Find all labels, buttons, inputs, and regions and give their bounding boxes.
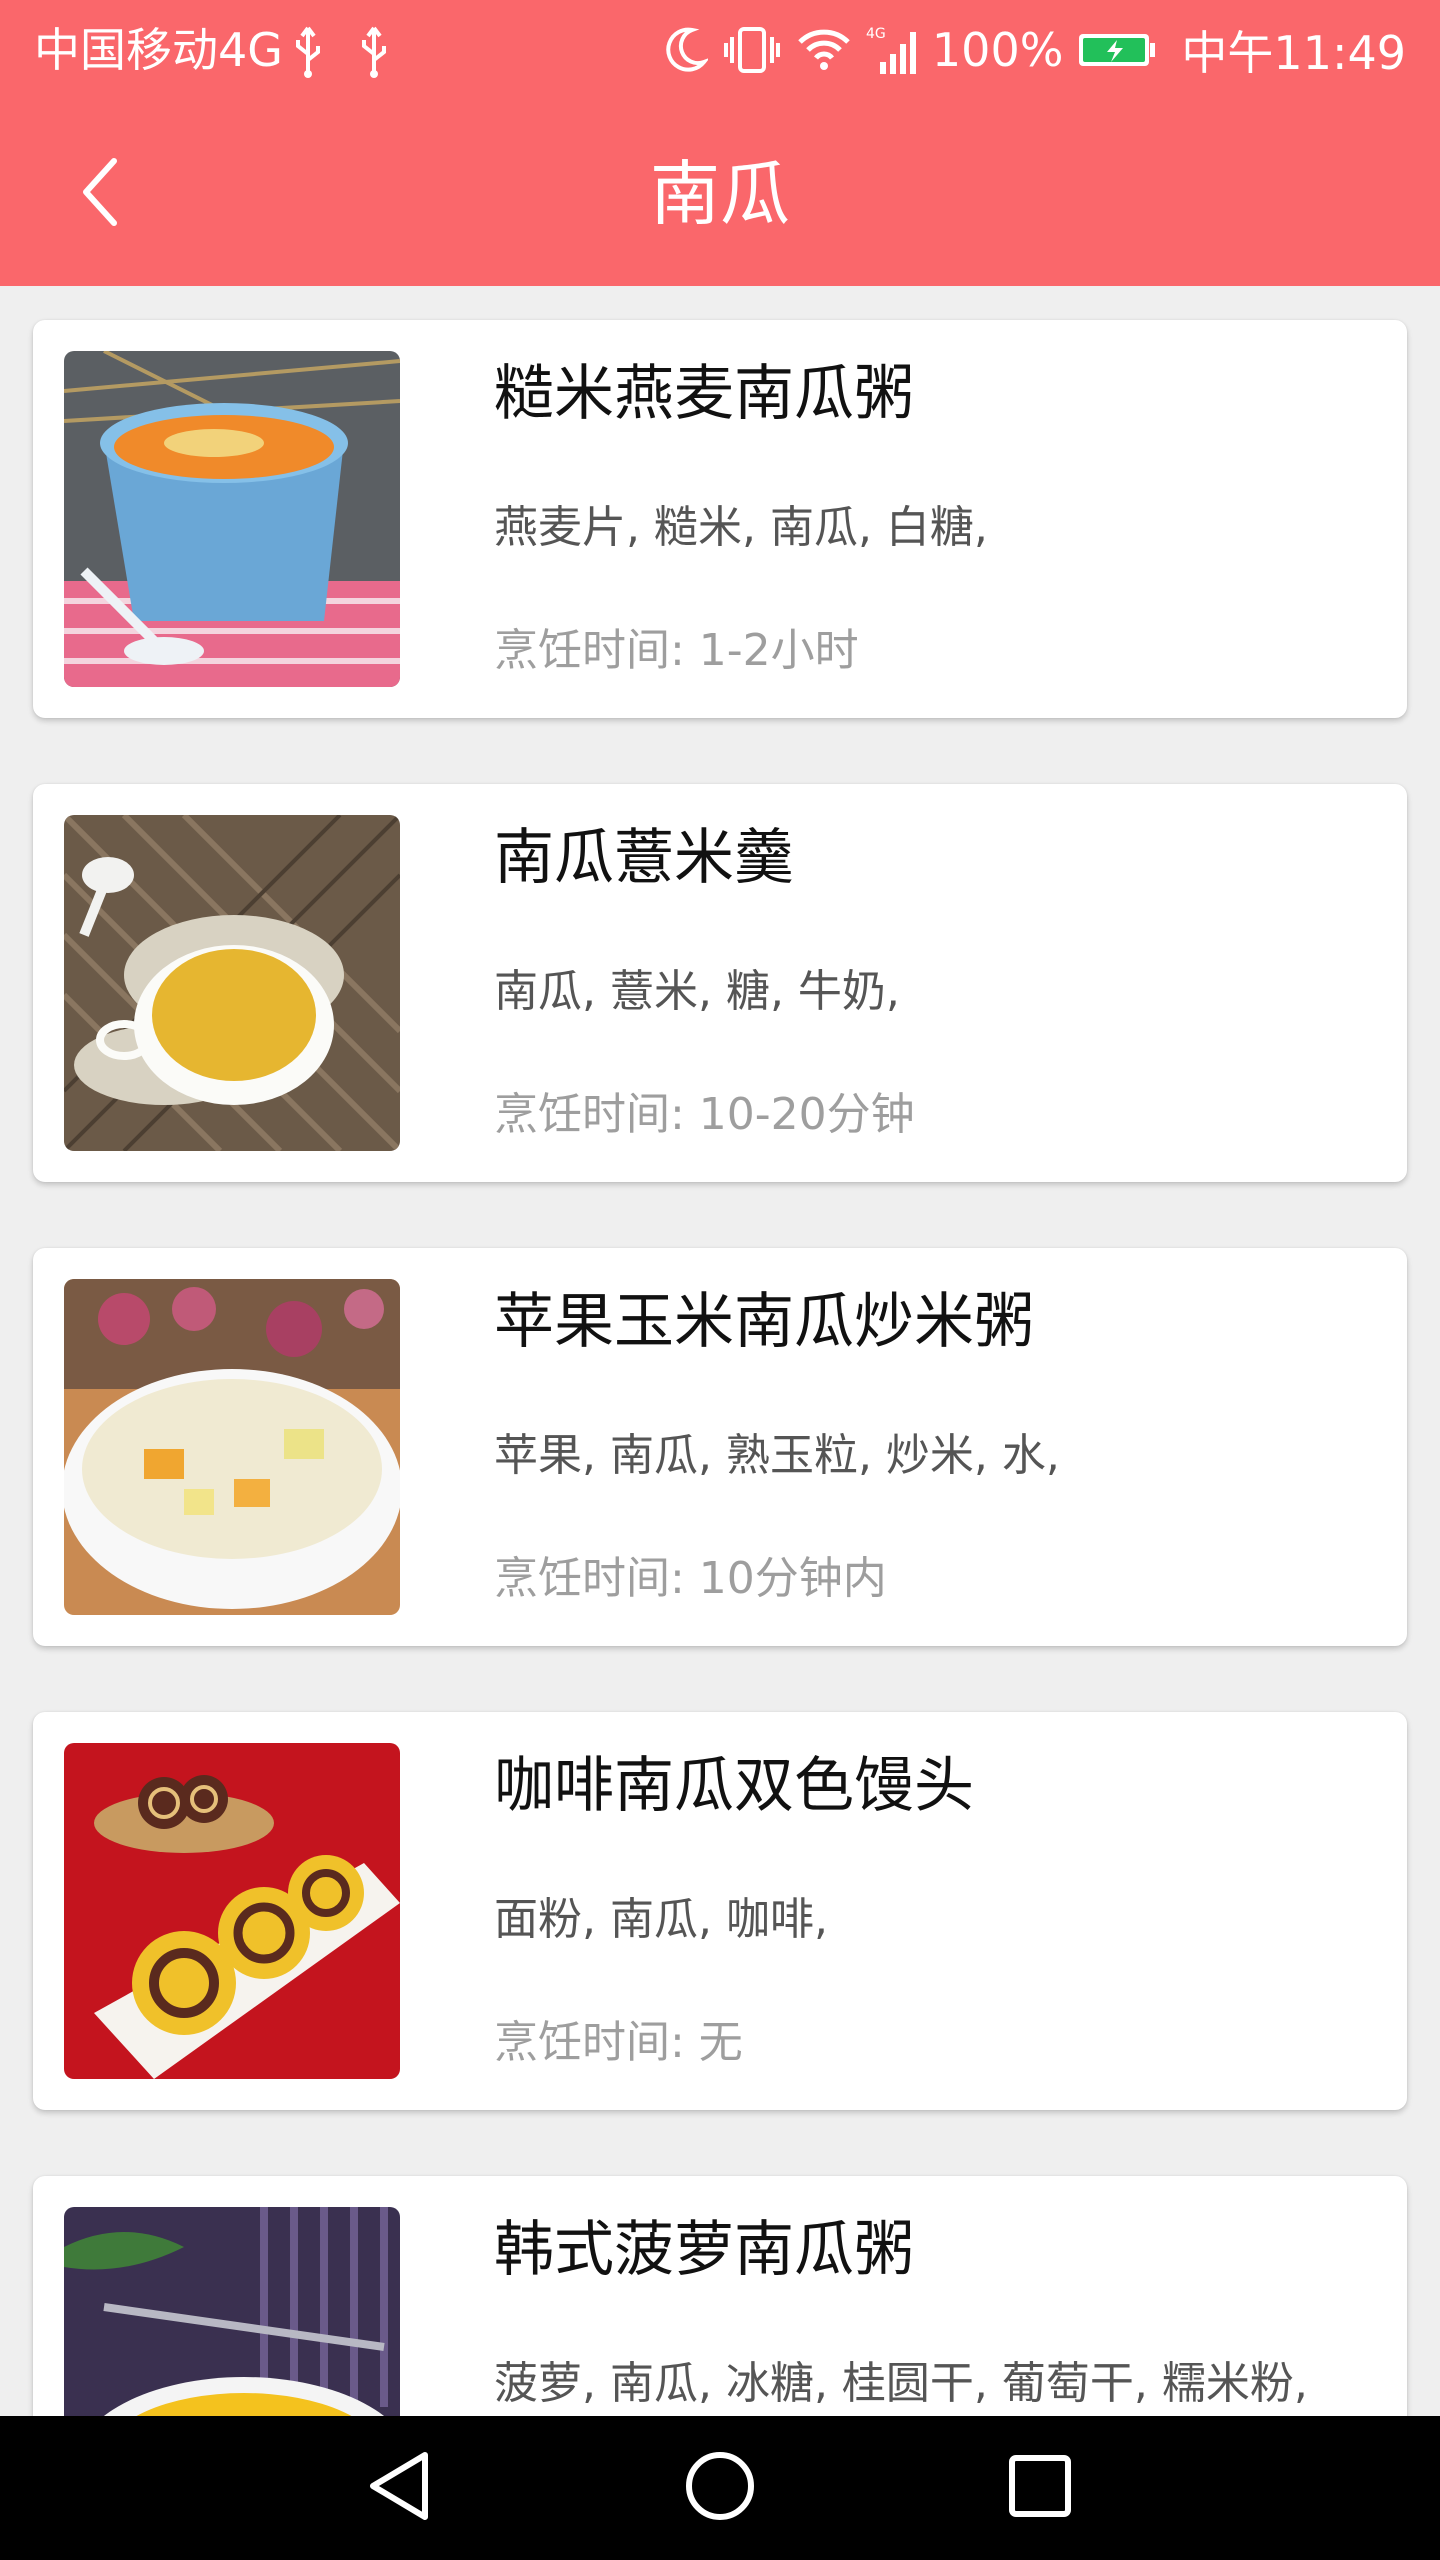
signal-icon: 4G <box>866 24 922 76</box>
recipe-cook-time: 烹饪时间: 无 <box>494 2017 743 2068</box>
recipe-title: 韩式菠萝南瓜粥 <box>494 2215 914 2285</box>
recipe-card[interactable]: 苹果玉米南瓜炒米粥 苹果, 南瓜, 熟玉粒, 炒米, 水, 烹饪时间: 10分钟… <box>33 1248 1407 1646</box>
circle-home-icon <box>683 2449 757 2527</box>
navigation-bar <box>0 2416 1440 2560</box>
recipe-card[interactable]: 韩式菠萝南瓜粥 菠萝, 南瓜, 冰糖, 桂圆干, 葡萄干, 糯米粉, <box>33 2176 1407 2416</box>
recipe-card[interactable]: 糙米燕麦南瓜粥 燕麦片, 糙米, 南瓜, 白糖, 烹饪时间: 1-2小时 <box>33 320 1407 718</box>
recipe-cook-time: 烹饪时间: 10-20分钟 <box>494 1089 915 1140</box>
wifi-icon <box>796 26 852 74</box>
recipe-list[interactable]: 糙米燕麦南瓜粥 燕麦片, 糙米, 南瓜, 白糖, 烹饪时间: 1-2小时 南瓜薏… <box>0 286 1440 2416</box>
page-title: 南瓜 <box>650 153 790 235</box>
square-recents-icon <box>1007 2453 1073 2523</box>
usb-debug-icon <box>356 24 392 80</box>
recipe-title: 苹果玉米南瓜炒米粥 <box>494 1287 1034 1357</box>
clock: 中午11:49 <box>1181 26 1406 80</box>
status-bar: 中国移动4G 4G 100% 中午11:49 <box>0 0 1440 100</box>
moon-icon <box>664 26 708 74</box>
recipe-ingredients: 苹果, 南瓜, 熟玉粒, 炒米, 水, <box>494 1430 1060 1481</box>
recipe-title: 南瓜薏米羹 <box>494 823 794 893</box>
recipe-card[interactable]: 咖啡南瓜双色馒头 面粉, 南瓜, 咖啡, 烹饪时间: 无 <box>33 1712 1407 2110</box>
recipe-thumbnail <box>64 815 400 1151</box>
recipe-thumbnail <box>64 2207 400 2416</box>
recipe-cook-time: 烹饪时间: 1-2小时 <box>494 625 859 676</box>
recipe-thumbnail <box>64 1279 400 1615</box>
battery-charging-icon <box>1077 30 1157 70</box>
nav-back-button[interactable] <box>330 2438 470 2538</box>
triangle-back-icon <box>365 2449 435 2527</box>
recipe-title: 糙米燕麦南瓜粥 <box>494 359 914 429</box>
recipe-card[interactable]: 南瓜薏米羹 南瓜, 薏米, 糖, 牛奶, 烹饪时间: 10-20分钟 <box>33 784 1407 1182</box>
network-badge: 4G <box>866 26 886 42</box>
recipe-ingredients: 菠萝, 南瓜, 冰糖, 桂圆干, 葡萄干, 糯米粉, <box>494 2358 1308 2409</box>
nav-recents-button[interactable] <box>970 2438 1110 2538</box>
recipe-thumbnail <box>64 1743 400 2079</box>
recipe-cook-time: 烹饪时间: 10分钟内 <box>494 1553 887 1604</box>
recipe-ingredients: 南瓜, 薏米, 糖, 牛奶, <box>494 966 900 1017</box>
vibrate-icon <box>722 25 782 75</box>
recipe-ingredients: 面粉, 南瓜, 咖啡, <box>494 1894 828 1945</box>
recipe-thumbnail <box>64 351 400 687</box>
recipe-ingredients: 燕麦片, 糙米, 南瓜, 白糖, <box>494 502 988 553</box>
battery-percent: 100% <box>931 23 1064 77</box>
carrier-label: 中国移动4G <box>34 23 283 77</box>
nav-home-button[interactable] <box>650 2438 790 2538</box>
usb-icon <box>290 24 326 80</box>
recipe-title: 咖啡南瓜双色馒头 <box>494 1751 974 1821</box>
app-bar: 南瓜 <box>0 100 1440 286</box>
